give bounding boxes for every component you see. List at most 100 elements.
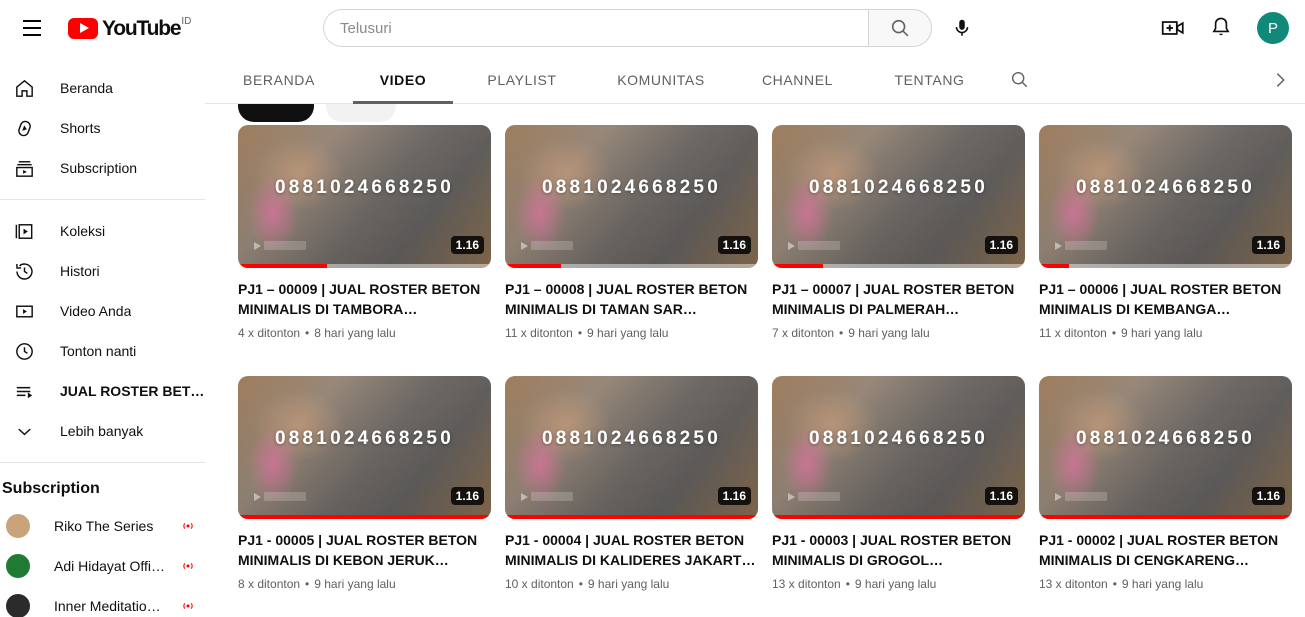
video-title[interactable]: PJ1 - 00004 | JUAL ROSTER BETON MINIMALI… bbox=[505, 530, 758, 570]
sidebar-item-subscription[interactable]: Subscription bbox=[0, 148, 205, 188]
video-thumbnail[interactable]: 0881024668250 1.16 bbox=[772, 125, 1025, 268]
tab-video[interactable]: VIDEO bbox=[353, 56, 453, 104]
channel-avatar bbox=[6, 514, 30, 538]
video-card[interactable]: 0881024668250 1.16 PJ1 – 00009 | JUAL ROST… bbox=[238, 125, 491, 342]
video-title[interactable]: PJ1 - 00005 | JUAL ROSTER BETON MINIMALI… bbox=[238, 530, 491, 570]
subscription-item-riko-the-series[interactable]: Riko The Series bbox=[0, 506, 205, 546]
create-video-button[interactable] bbox=[1153, 8, 1193, 48]
tab-playlist[interactable]: PLAYLIST bbox=[453, 56, 591, 104]
sidebar-item-tonton-nanti[interactable]: Tonton nanti bbox=[0, 331, 205, 371]
video-view-count: 13 x ditonton bbox=[1039, 577, 1108, 591]
thumbnail-phone-number: 0881024668250 bbox=[275, 176, 454, 198]
video-title[interactable]: PJ1 – 00008 | JUAL ROSTER BETON MINIMALI… bbox=[505, 279, 758, 319]
sidebar-primary-group: Beranda Shorts Subscription bbox=[0, 68, 205, 188]
video-age: 8 hari yang lalu bbox=[314, 326, 396, 340]
video-title[interactable]: PJ1 – 00009 | JUAL ROSTER BETON MINIMALI… bbox=[238, 279, 491, 319]
search-button[interactable] bbox=[868, 9, 932, 47]
watch-progress-bar bbox=[505, 515, 758, 519]
watch-progress-bar bbox=[1039, 515, 1292, 519]
sidebar-secondary-group: Koleksi Histori Video Anda Tonton nanti … bbox=[0, 211, 205, 451]
sidebar-item-label: JUAL ROSTER BET… bbox=[60, 383, 205, 399]
metadata-separator: • bbox=[305, 577, 310, 591]
sidebar-item-beranda[interactable]: Beranda bbox=[0, 68, 205, 108]
masthead-right: P bbox=[1005, 8, 1305, 48]
video-card[interactable]: 0881024668250 1.16 PJ1 – 00007 | JUAL ROST… bbox=[772, 125, 1025, 342]
channel-watermark-icon bbox=[1055, 492, 1107, 501]
tab-komunitas[interactable]: KOMUNITAS bbox=[591, 56, 731, 104]
video-thumbnail[interactable]: 0881024668250 1.16 bbox=[1039, 376, 1292, 519]
tab-scroll-next-button[interactable] bbox=[1269, 69, 1291, 91]
watch-later-icon bbox=[12, 339, 36, 363]
video-card[interactable]: 0881024668250 1.16 PJ1 - 00002 | JUAL ROST… bbox=[1039, 376, 1292, 593]
metadata-separator: • bbox=[1111, 326, 1117, 340]
video-thumbnail[interactable]: 0881024668250 1.16 bbox=[505, 376, 758, 519]
tab-label: VIDEO bbox=[379, 71, 427, 88]
tab-label: BERANDA bbox=[243, 71, 315, 88]
video-thumbnail[interactable]: 0881024668250 1.16 bbox=[772, 376, 1025, 519]
sidebar-item-label: Tonton nanti bbox=[60, 343, 137, 359]
channel-search-button[interactable] bbox=[995, 56, 1043, 104]
sidebar-item-koleksi[interactable]: Koleksi bbox=[0, 211, 205, 251]
video-card[interactable]: 0881024668250 1.16 PJ1 - 00004 | JUAL ROST… bbox=[505, 376, 758, 593]
search-input[interactable]: Telusuri bbox=[323, 9, 868, 47]
video-title[interactable]: PJ1 - 00003 | JUAL ROSTER BETON MINIMALI… bbox=[772, 530, 1025, 570]
chevron-down-icon bbox=[12, 419, 36, 443]
video-duration-badge: 1.16 bbox=[717, 487, 751, 505]
youtube-logo-text: YouTube bbox=[102, 16, 182, 40]
tab-beranda[interactable]: BERANDA bbox=[205, 56, 353, 104]
metadata-separator: • bbox=[1112, 577, 1117, 591]
sidebar-item-video-anda[interactable]: Video Anda bbox=[0, 291, 205, 331]
sidebar-item-shorts[interactable]: Shorts bbox=[0, 108, 205, 148]
sidebar-divider bbox=[0, 462, 205, 463]
filter-chip[interactable] bbox=[326, 104, 396, 122]
video-card[interactable]: 0881024668250 1.16 PJ1 – 00006 | JUAL ROST… bbox=[1039, 125, 1292, 342]
video-metadata: 10 x ditonton • 9 hari yang lalu bbox=[505, 575, 758, 593]
subscriptions-icon bbox=[12, 156, 36, 180]
video-card[interactable]: 0881024668250 1.16 PJ1 – 00008 | JUAL ROST… bbox=[505, 125, 758, 342]
subscription-item-inner-meditation[interactable]: Inner Meditation … bbox=[0, 586, 205, 617]
sidebar-item-histori[interactable]: Histori bbox=[0, 251, 205, 291]
tab-channel[interactable]: CHANNEL bbox=[731, 56, 864, 104]
video-view-count: 11 x ditonton bbox=[505, 326, 573, 340]
thumbnail-phone-number: 0881024668250 bbox=[809, 427, 988, 449]
metadata-separator: • bbox=[577, 326, 583, 340]
search-placeholder: Telusuri bbox=[340, 19, 392, 37]
filter-chip-selected[interactable] bbox=[238, 104, 314, 122]
hamburger-icon[interactable] bbox=[12, 8, 52, 48]
sidebar-divider bbox=[0, 199, 205, 200]
video-duration-badge: 1.16 bbox=[984, 236, 1018, 254]
video-card[interactable]: 0881024668250 1.16 PJ1 - 00003 | JUAL ROST… bbox=[772, 376, 1025, 593]
thumbnail-phone-number: 0881024668250 bbox=[275, 427, 454, 449]
avatar[interactable]: P bbox=[1257, 12, 1289, 44]
sidebar-item-lebih-banyak[interactable]: Lebih banyak bbox=[0, 411, 205, 451]
playlist-icon bbox=[12, 379, 36, 403]
sidebar[interactable]: Beranda Shorts Subscription Koleksi Hist… bbox=[0, 56, 205, 617]
video-thumbnail[interactable]: 0881024668250 1.16 bbox=[238, 125, 491, 268]
sidebar-item-playlist-jual-roster[interactable]: JUAL ROSTER BET… bbox=[0, 371, 205, 411]
video-title[interactable]: PJ1 – 00007 | JUAL ROSTER BETON MINIMALI… bbox=[772, 279, 1025, 319]
watch-progress-bar bbox=[772, 264, 1025, 268]
live-broadcast-icon bbox=[181, 559, 195, 573]
metadata-separator: • bbox=[305, 326, 310, 340]
video-thumbnail[interactable]: 0881024668250 1.16 bbox=[1039, 125, 1292, 268]
voice-search-button[interactable] bbox=[942, 8, 982, 48]
thumbnail-phone-number: 0881024668250 bbox=[542, 176, 721, 198]
video-title[interactable]: PJ1 - 00002 | JUAL ROSTER BETON MINIMALI… bbox=[1039, 530, 1292, 570]
library-icon bbox=[12, 219, 36, 243]
notifications-button[interactable] bbox=[1201, 8, 1241, 48]
subscription-item-adi-hidayat[interactable]: Adi Hidayat Offici… bbox=[0, 546, 205, 586]
channel-name: Riko The Series bbox=[54, 518, 154, 534]
video-title[interactable]: PJ1 – 00006 | JUAL ROSTER BETON MINIMALI… bbox=[1039, 279, 1292, 319]
tab-tentang[interactable]: TENTANG bbox=[864, 56, 995, 104]
video-thumbnail[interactable]: 0881024668250 1.16 bbox=[238, 376, 491, 519]
video-view-count: 7 x ditonton bbox=[772, 326, 835, 340]
video-metadata: 13 x ditonton • 9 hari yang lalu bbox=[772, 575, 1025, 593]
youtube-play-icon bbox=[68, 17, 98, 39]
metadata-separator: • bbox=[845, 577, 850, 591]
video-thumbnail[interactable]: 0881024668250 1.16 bbox=[505, 125, 758, 268]
channel-avatar bbox=[6, 594, 30, 617]
masthead: YouTube ID Telusuri P bbox=[0, 0, 1305, 56]
video-card[interactable]: 0881024668250 1.16 PJ1 - 00005 | JUAL ROST… bbox=[238, 376, 491, 593]
video-metadata: 11 x ditonton • 9 hari yang lalu bbox=[505, 324, 758, 342]
youtube-logo[interactable]: YouTube ID bbox=[68, 16, 191, 40]
